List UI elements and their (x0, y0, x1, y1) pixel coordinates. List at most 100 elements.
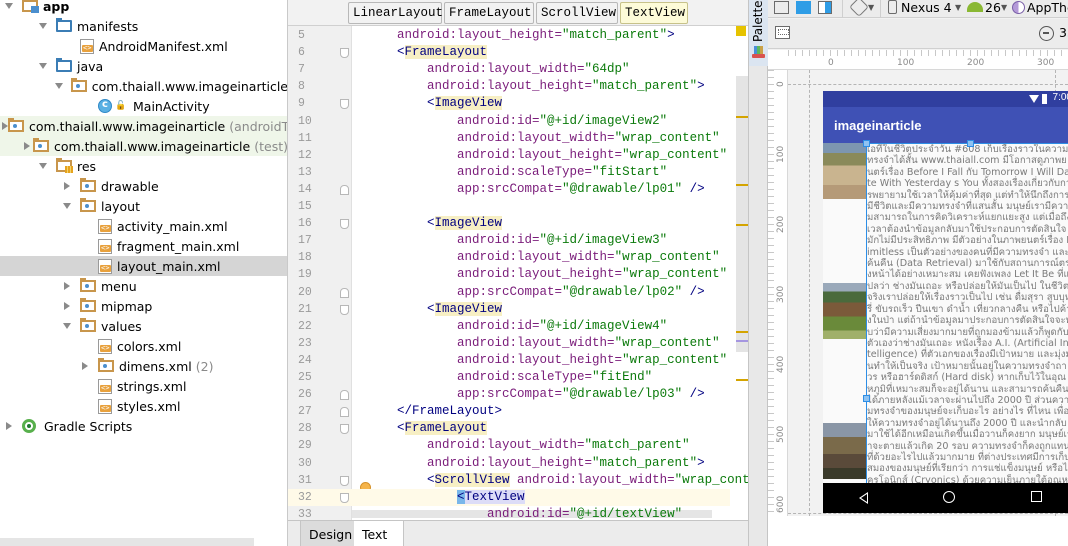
code-line[interactable]: android:layout_height="match_parent"> (352, 27, 675, 44)
code-line[interactable]: <ImageView (352, 301, 503, 318)
code-line[interactable]: android:layout_width="wrap_content" (352, 335, 720, 352)
device-icon[interactable] (888, 0, 897, 14)
design-canvas[interactable]: 7:00 imageinarticle เอทีในชีวิตประจำวัน … (788, 70, 1068, 516)
home-icon[interactable] (943, 491, 955, 503)
tree-item[interactable]: java (0, 56, 287, 76)
zoom-out-icon[interactable] (1039, 26, 1054, 41)
tree-item[interactable]: com.thaiall.www.imageinarticle (test) (0, 136, 287, 156)
code-line[interactable]: android:layout_width="wrap_content" (352, 130, 720, 147)
theme-selector[interactable]: AppTheme (1027, 0, 1068, 15)
code-line[interactable]: android:layout_height="wrap_content" (352, 352, 727, 369)
fold-end-icon[interactable] (340, 287, 349, 298)
code-line[interactable]: android:id="@+id/imageView4" (352, 318, 667, 335)
expanded-arrow-icon[interactable] (4, 1, 14, 11)
tree-item[interactable]: mipmap (0, 296, 287, 316)
code-line[interactable]: <FrameLayout (352, 420, 488, 437)
tree-item[interactable]: values (0, 316, 287, 336)
tree-item[interactable]: menu (0, 276, 287, 296)
tree-item[interactable]: fragment_main.xml (0, 236, 287, 256)
code-line[interactable]: android:layout_height="match_parent"> (352, 455, 705, 472)
breadcrumb-item[interactable]: ScrollView (536, 2, 618, 24)
error-stripe[interactable] (736, 26, 748, 520)
code-line[interactable]: <FrameLayout (352, 44, 488, 61)
tree-item[interactable]: activity_main.xml (0, 216, 287, 236)
back-icon[interactable] (859, 492, 868, 504)
code-line[interactable]: android:id="@+id/imageView2" (352, 113, 667, 130)
image-view-lp01[interactable] (823, 143, 866, 199)
tree-item[interactable]: AndroidManifest.xml (0, 36, 287, 56)
code-line[interactable]: app:srcCompat="@drawable/lp01" /> (352, 181, 705, 198)
tree-item[interactable]: layout (0, 196, 287, 216)
collapsed-arrow-icon[interactable] (22, 141, 31, 151)
device-selector[interactable]: Nexus 4 (901, 0, 952, 15)
recents-icon[interactable] (1031, 491, 1042, 502)
code-line[interactable]: android:layout_width="match_parent" (352, 437, 690, 454)
collapsed-arrow-icon[interactable] (62, 181, 72, 191)
tree-item[interactable]: layout_main.xml (0, 256, 287, 276)
palette-tab[interactable]: Palette (749, 0, 768, 66)
expanded-arrow-icon[interactable] (62, 201, 72, 211)
expanded-arrow-icon[interactable] (38, 161, 48, 171)
tree-item[interactable]: app (0, 0, 287, 16)
expanded-arrow-icon[interactable] (62, 321, 72, 331)
design-surface-icon[interactable] (774, 1, 789, 14)
fold-end-icon[interactable] (340, 184, 349, 195)
code-line[interactable]: <TextView (352, 488, 730, 506)
code-line[interactable]: app:srcCompat="@drawable/lp02" /> (352, 284, 705, 301)
code-line[interactable]: android:layout_height="match_parent"> (352, 78, 705, 95)
expanded-arrow-icon[interactable] (38, 61, 48, 71)
theme-icon[interactable] (1012, 1, 1025, 14)
tree-item[interactable]: manifests (0, 16, 287, 36)
code-line[interactable]: android:layout_height="wrap_content" (352, 147, 727, 164)
warning-marker[interactable] (736, 224, 748, 226)
code-line[interactable]: android:scaleType="fitEnd" (352, 369, 652, 386)
expanded-arrow-icon[interactable] (54, 81, 63, 91)
fold-end-icon[interactable] (340, 407, 349, 418)
tab-design[interactable]: Design (300, 521, 362, 546)
fold-start-icon[interactable] (340, 492, 349, 503)
breadcrumb-item[interactable]: TextView (620, 2, 688, 24)
article-text-view[interactable]: เอทีในชีวิตประจำวัน #608 เก็บเรื่องราวใน… (866, 144, 1068, 483)
warning-marker[interactable] (736, 116, 748, 118)
breadcrumb-item[interactable]: LinearLayout (348, 2, 443, 24)
fold-end-icon[interactable] (340, 390, 349, 401)
tree-item[interactable]: styles.xml (0, 396, 287, 416)
image-view-lp02[interactable] (823, 283, 866, 339)
collapsed-arrow-icon[interactable] (62, 301, 72, 311)
chevron-down-icon[interactable]: ▼ (955, 3, 961, 12)
inspection-status-icon[interactable] (736, 26, 746, 36)
resize-handle[interactable] (967, 140, 974, 147)
collapsed-arrow-icon[interactable] (80, 361, 90, 371)
blueprint-mode-icon[interactable] (796, 1, 811, 14)
tree-item[interactable]: 🔓 MainActivity (0, 96, 287, 116)
breadcrumb-item[interactable]: FrameLayout (444, 2, 534, 24)
design-and-blueprint-icon[interactable] (818, 1, 832, 14)
orientation-icon[interactable] (849, 0, 869, 17)
code-line[interactable]: app:srcCompat="@drawable/lp03" /> (352, 386, 705, 403)
project-tree-horizontal-scrollbar[interactable] (0, 538, 254, 546)
tree-item[interactable]: colors.xml (0, 336, 287, 356)
warning-marker[interactable] (736, 331, 748, 333)
fold-start-icon[interactable] (340, 99, 349, 110)
chevron-down-icon[interactable]: ▼ (868, 3, 874, 12)
fold-start-icon[interactable] (340, 424, 349, 435)
android-api-icon[interactable] (967, 2, 983, 12)
code-line[interactable]: <ImageView (352, 215, 503, 232)
fold-start-icon[interactable] (340, 475, 349, 486)
collapsed-arrow-icon[interactable] (4, 421, 14, 431)
warning-marker[interactable] (736, 184, 748, 186)
show-layout-decorations-icon[interactable] (775, 26, 790, 39)
code-line[interactable]: android:layout_height="wrap_content" (352, 266, 727, 283)
code-line[interactable]: android:id="@+id/textView" (352, 506, 682, 523)
resize-handle[interactable] (863, 395, 870, 402)
tree-item[interactable]: Gradle Scripts (0, 416, 287, 436)
collapsed-arrow-icon[interactable] (62, 281, 72, 291)
tree-item[interactable]: strings.xml (0, 376, 287, 396)
tree-item[interactable]: com.thaiall.www.imageinarticle (0, 76, 287, 96)
code-line[interactable]: android:layout_width="wrap_content" (352, 249, 720, 266)
tree-item[interactable]: res (0, 156, 287, 176)
image-view-lp03[interactable] (823, 423, 866, 479)
code-line[interactable]: android:layout_width="64dp" (352, 61, 630, 78)
api-level-selector[interactable]: 26 (985, 0, 1001, 15)
code-line[interactable]: android:scaleType="fitStart" (352, 164, 667, 181)
